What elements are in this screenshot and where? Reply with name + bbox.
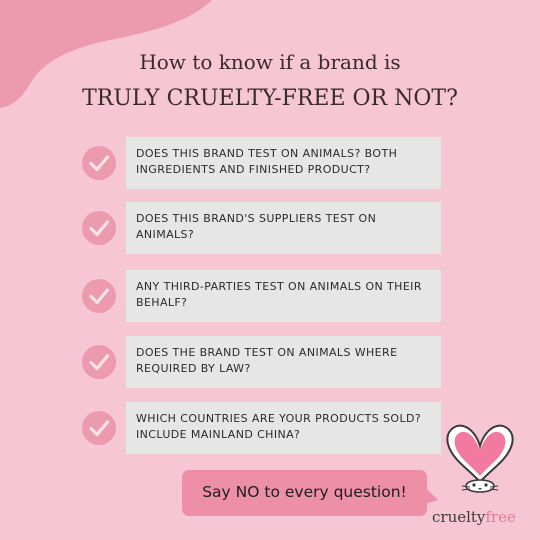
question-row: DOES THIS BRAND TEST ON ANIMALS? BOTH IN… [0, 137, 540, 189]
bunny-icon [446, 424, 514, 493]
question-row: DOES THIS BRAND'S SUPPLIERS TEST ON ANIM… [0, 202, 540, 254]
logo-word-free: free [485, 508, 516, 526]
question-text: DOES THIS BRAND'S SUPPLIERS TEST ON ANIM… [126, 202, 441, 254]
say-no-callout: Say NO to every question! [182, 470, 427, 516]
logo-word-cruelty: cruelty [432, 508, 486, 526]
title-line-1: How to know if a brand is [139, 50, 401, 74]
question-text: DOES THE BRAND TEST ON ANIMALS WHERE REQ… [126, 336, 441, 388]
question-row: DOES THE BRAND TEST ON ANIMALS WHERE REQ… [0, 336, 540, 388]
question-row: ANY THIRD-PARTIES TEST ON ANIMALS ON THE… [0, 270, 540, 322]
checkmark-circle-icon [82, 411, 116, 445]
checkmark-circle-icon [82, 279, 116, 313]
question-text: DOES THIS BRAND TEST ON ANIMALS? BOTH IN… [126, 137, 441, 189]
checkmark-circle-icon [82, 211, 116, 245]
question-text: ANY THIRD-PARTIES TEST ON ANIMALS ON THE… [126, 270, 441, 322]
checkmark-circle-icon [82, 146, 116, 180]
callout-text: Say NO to every question! [202, 483, 407, 501]
title-line-2: TRULY CRUELTY-FREE OR NOT? [82, 86, 458, 111]
question-text: WHICH COUNTRIES ARE YOUR PRODUCTS SOLD? … [126, 402, 441, 454]
cruelty-free-logo-text: crueltyfree [432, 508, 516, 526]
checkmark-circle-icon [82, 345, 116, 379]
